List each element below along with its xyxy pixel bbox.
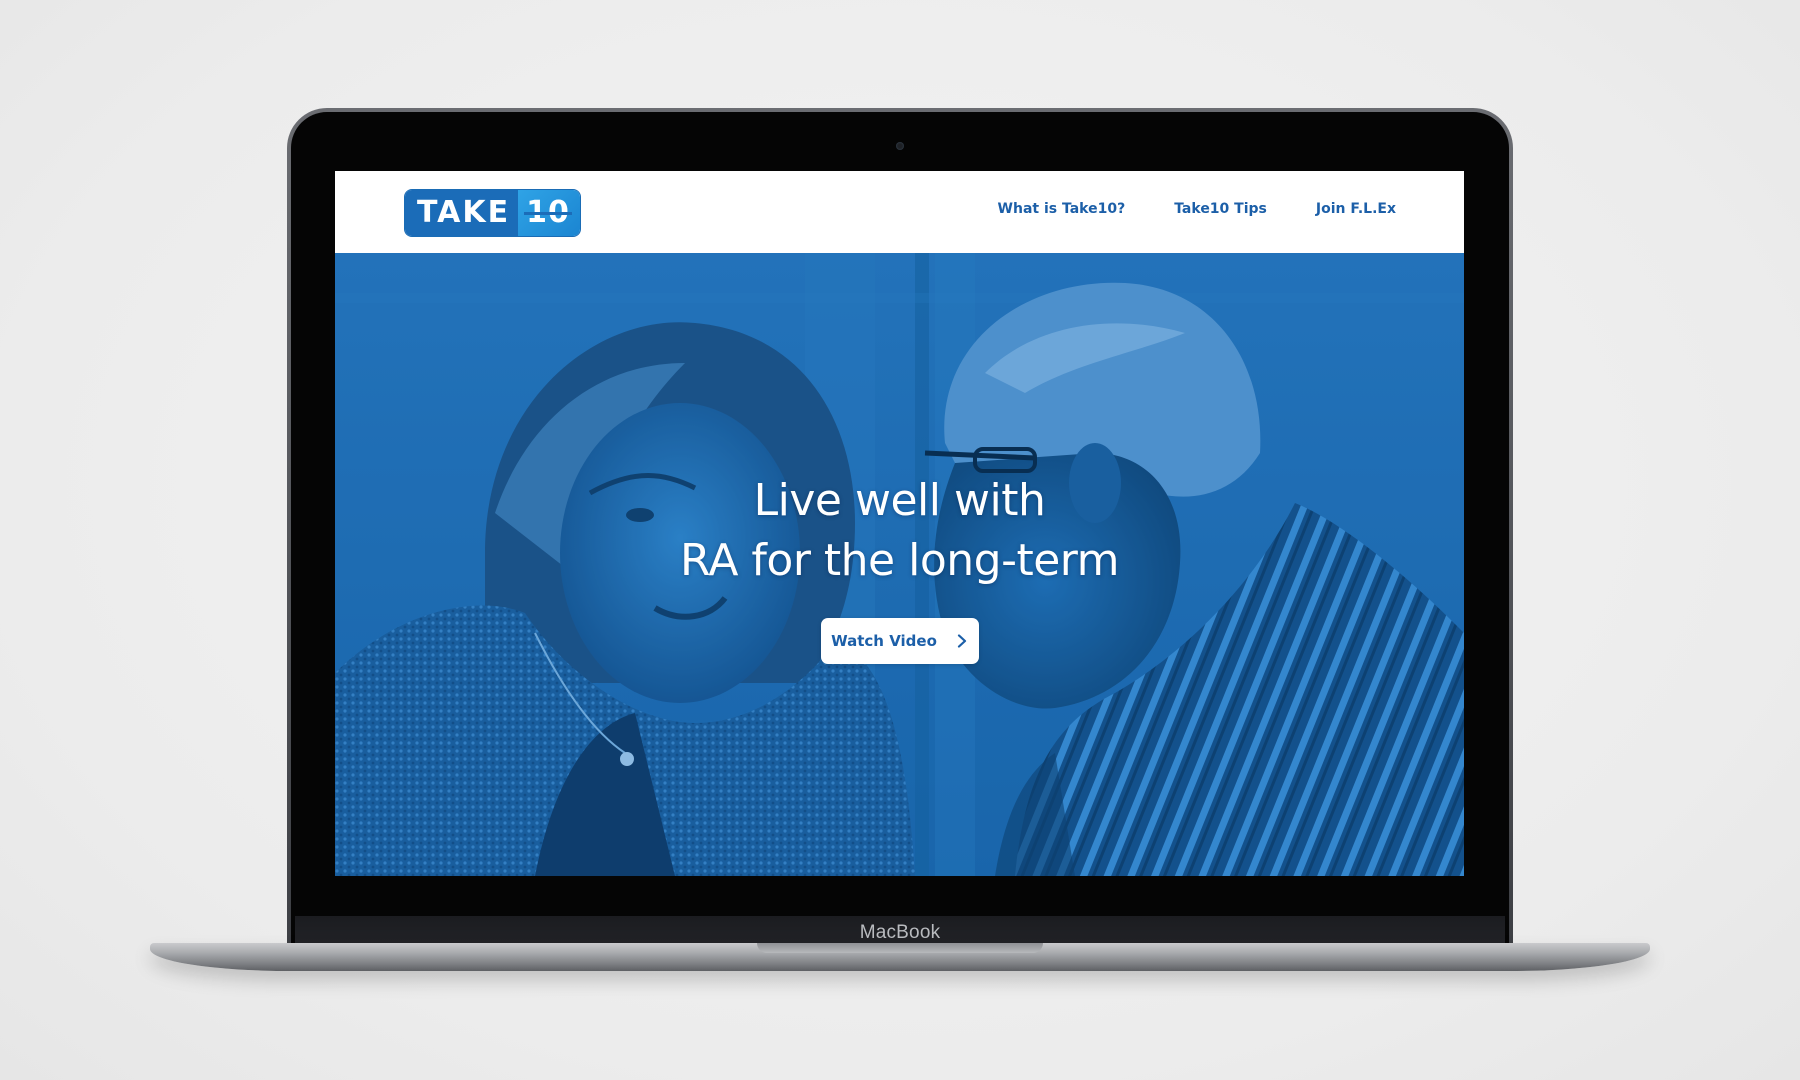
hero-headline-line-2: RA for the long-term (680, 535, 1119, 586)
hero-headline-line-1: Live well with (753, 475, 1046, 526)
base-notch (757, 943, 1043, 953)
hero-headline: Live well with RA for the long-term (335, 471, 1464, 591)
top-navigation: TAKE 10 What is Take10? Take10 Tips Join… (335, 171, 1464, 253)
logo-word: TAKE (405, 190, 519, 236)
nav-link-join-flex[interactable]: Join F.L.Ex (1316, 201, 1396, 217)
scene: MacBook TAKE 10 What is Take10? Take10 T… (0, 0, 1800, 1080)
watch-video-button[interactable]: Watch Video (821, 618, 979, 664)
watch-video-label: Watch Video (831, 632, 937, 650)
nav-link-what-is-take10[interactable]: What is Take10? (998, 201, 1126, 217)
take10-logo[interactable]: TAKE 10 (405, 190, 580, 236)
website-screen: TAKE 10 What is Take10? Take10 Tips Join… (335, 171, 1464, 876)
device-brand-label: MacBook (859, 922, 941, 943)
chevron-right-icon (957, 634, 967, 648)
nav-link-take10-tips[interactable]: Take10 Tips (1174, 201, 1267, 217)
logo-number: 10 (518, 190, 580, 236)
laptop-base (150, 943, 1650, 971)
nav-links: What is Take10? Take10 Tips Join F.L.Ex (998, 201, 1396, 217)
camera-icon (896, 142, 904, 150)
hero-banner: Live well with RA for the long-term Watc… (335, 253, 1464, 876)
